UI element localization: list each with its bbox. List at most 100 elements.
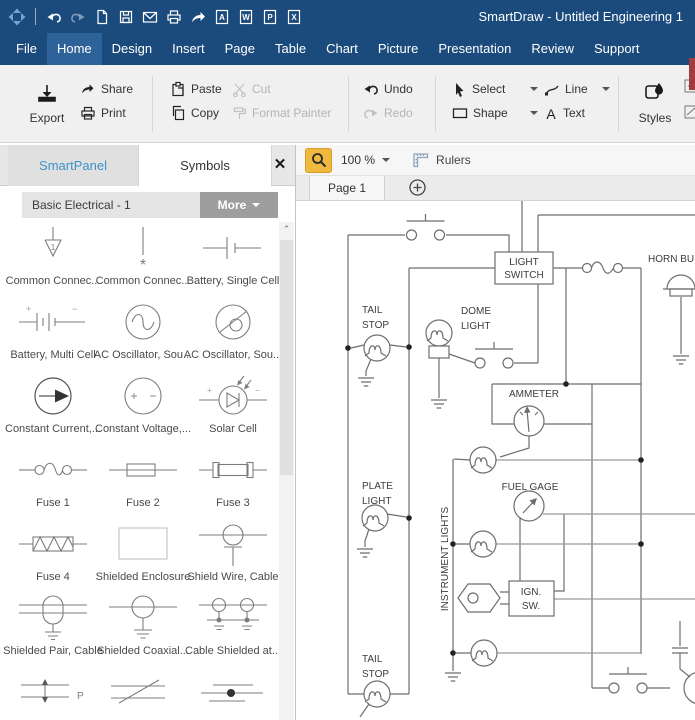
- styles-button[interactable]: Styles: [632, 78, 678, 125]
- symbol-ac-oscillator-2[interactable]: AC Oscillator, Sou...: [188, 296, 278, 370]
- menu-picture[interactable]: Picture: [368, 33, 428, 65]
- symbol-shielded-enclosure[interactable]: Shielded Enclosure: [98, 518, 188, 592]
- menu-design[interactable]: Design: [102, 33, 162, 65]
- rulers-icon[interactable]: [412, 151, 430, 169]
- paste-button[interactable]: Paste: [170, 80, 222, 98]
- page-tab[interactable]: Page 1: [309, 176, 385, 200]
- ammeter-meter[interactable]: AMMETER: [509, 389, 559, 436]
- symbol-solar-cell[interactable]: + − Solar Cell: [188, 370, 278, 444]
- zoom-button[interactable]: [305, 148, 332, 173]
- symbol-junction[interactable]: [188, 666, 278, 720]
- select-button[interactable]: Select: [452, 80, 538, 98]
- lamp-symbols[interactable]: [362, 335, 497, 707]
- dome-light-bulb[interactable]: [426, 320, 452, 358]
- drawing-page[interactable]: LIGHT SWITCH AMMETER FUEL GAGE: [296, 201, 695, 720]
- label-ign-sw[interactable]: SW.: [522, 601, 540, 612]
- symbol-shield-wire-cable[interactable]: Shield Wire, Cable: [188, 518, 278, 592]
- symbol-battery-multi-cell[interactable]: + − Battery, Multi Cell: [8, 296, 98, 370]
- horn-symbol[interactable]: [663, 275, 695, 296]
- label-light-switch[interactable]: LIGHT: [509, 257, 538, 268]
- tab-symbols[interactable]: Symbols: [138, 145, 272, 186]
- export-pdf-icon[interactable]: A: [213, 8, 231, 26]
- symbol-ac-oscillator-1[interactable]: AC Oscillator, Sou...: [98, 296, 188, 370]
- redo-button[interactable]: Redo: [363, 104, 413, 122]
- label-instrument-lights[interactable]: INSTRUMENT LIGHTS: [440, 507, 451, 612]
- pushbutton-switch[interactable]: [407, 214, 648, 693]
- symbol-cable-shielded-at-both[interactable]: Cable Shielded at...: [188, 592, 278, 666]
- new-document-icon[interactable]: [93, 8, 111, 26]
- redo-icon[interactable]: [69, 8, 87, 26]
- menu-page[interactable]: Page: [215, 33, 265, 65]
- symbol-fuse-4[interactable]: Fuse 4: [8, 518, 98, 592]
- label-fuel-gage[interactable]: FUEL GAGE: [502, 482, 559, 493]
- fuse-symbol[interactable]: [583, 262, 623, 273]
- menu-file[interactable]: File: [6, 33, 47, 65]
- fuel-gage-meter[interactable]: FUEL GAGE: [502, 482, 559, 521]
- label-plate-light[interactable]: LIGHT: [362, 496, 391, 507]
- share-export-icon[interactable]: [189, 8, 207, 26]
- label-dome-light[interactable]: LIGHT: [461, 321, 490, 332]
- menu-review[interactable]: Review: [521, 33, 584, 65]
- undo-button[interactable]: Undo: [363, 80, 413, 98]
- add-page-icon[interactable]: [409, 179, 426, 196]
- ignition-switch[interactable]: IGN. SW.: [458, 581, 554, 616]
- format-painter-button[interactable]: Format Painter: [232, 104, 331, 122]
- symbol-constant-current[interactable]: Constant Current,...: [8, 370, 98, 444]
- label-ign-sw[interactable]: IGN.: [521, 587, 542, 598]
- menu-presentation[interactable]: Presentation: [428, 33, 521, 65]
- symbol-fuse-1[interactable]: Fuse 1: [8, 444, 98, 518]
- zoom-level[interactable]: 100 %: [341, 153, 375, 167]
- light-switch-box[interactable]: LIGHT SWITCH: [495, 252, 553, 284]
- symbol-shielded-coaxial[interactable]: Shielded Coaxial...: [98, 592, 188, 666]
- save-icon[interactable]: [117, 8, 135, 26]
- scroll-up-icon[interactable]: ⌃: [279, 224, 294, 235]
- export-powerpoint-icon[interactable]: P: [261, 8, 279, 26]
- label-tail-stop-bottom[interactable]: STOP: [362, 669, 389, 680]
- library-name[interactable]: Basic Electrical - 1: [22, 192, 200, 218]
- menu-insert[interactable]: Insert: [162, 33, 215, 65]
- text-button[interactable]: A Text: [544, 104, 585, 122]
- tab-smartpanel[interactable]: SmartPanel: [8, 145, 138, 186]
- menu-table[interactable]: Table: [265, 33, 316, 65]
- more-button[interactable]: More: [200, 192, 278, 218]
- rulers-label[interactable]: Rulers: [436, 153, 471, 167]
- share-button[interactable]: Share: [80, 80, 133, 98]
- shape-dropdown-arrow[interactable]: [530, 111, 538, 115]
- symbol-fuse-2[interactable]: Fuse 2: [98, 444, 188, 518]
- copy-button[interactable]: Copy: [170, 104, 219, 122]
- cut-button[interactable]: Cut: [232, 80, 271, 98]
- symbol-common-connection-1[interactable]: 1 Common Connec...: [8, 222, 98, 296]
- symbol-shielded-pair-cable[interactable]: Shielded Pair, Cable: [8, 592, 98, 666]
- symbol-pressure-pair[interactable]: P: [8, 666, 98, 720]
- line-button[interactable]: Line: [544, 80, 610, 98]
- symbol-fuse-3[interactable]: Fuse 3: [188, 444, 278, 518]
- label-light-switch[interactable]: SWITCH: [504, 270, 543, 281]
- export-excel-icon[interactable]: X: [285, 8, 303, 26]
- export-word-icon[interactable]: W: [237, 8, 255, 26]
- clipped-ribbon-icon[interactable]: [684, 105, 695, 119]
- symbol-crossover[interactable]: [98, 666, 188, 720]
- menu-support[interactable]: Support: [584, 33, 650, 65]
- menu-chart[interactable]: Chart: [316, 33, 368, 65]
- menu-home[interactable]: Home: [47, 33, 102, 65]
- close-panel-icon[interactable]: ✕: [271, 156, 289, 174]
- zoom-dropdown-arrow[interactable]: [382, 158, 390, 162]
- shape-button[interactable]: Shape: [452, 104, 538, 122]
- line-dropdown-arrow[interactable]: [602, 87, 610, 91]
- scrollbar-thumb[interactable]: [280, 240, 293, 475]
- symbol-battery-single-cell[interactable]: Battery, Single Cell: [188, 222, 278, 296]
- label-tail-stop-top[interactable]: TAIL: [362, 305, 383, 316]
- diagram-canvas[interactable]: LIGHT SWITCH AMMETER FUEL GAGE: [296, 201, 695, 720]
- undo-icon[interactable]: [45, 8, 63, 26]
- symbol-constant-voltage[interactable]: + − Constant Voltage,...: [98, 370, 188, 444]
- print-icon[interactable]: [165, 8, 183, 26]
- export-button[interactable]: Export: [22, 78, 72, 125]
- label-ammeter[interactable]: AMMETER: [509, 389, 559, 400]
- label-tail-stop-top[interactable]: STOP: [362, 320, 389, 331]
- label-tail-stop-bottom[interactable]: TAIL: [362, 654, 383, 665]
- label-dome-light[interactable]: DOME: [461, 306, 491, 317]
- select-dropdown-arrow[interactable]: [530, 87, 538, 91]
- label-plate-light[interactable]: PLATE: [362, 481, 393, 492]
- label-horn[interactable]: HORN BU: [648, 254, 694, 265]
- print-button[interactable]: Print: [80, 104, 126, 122]
